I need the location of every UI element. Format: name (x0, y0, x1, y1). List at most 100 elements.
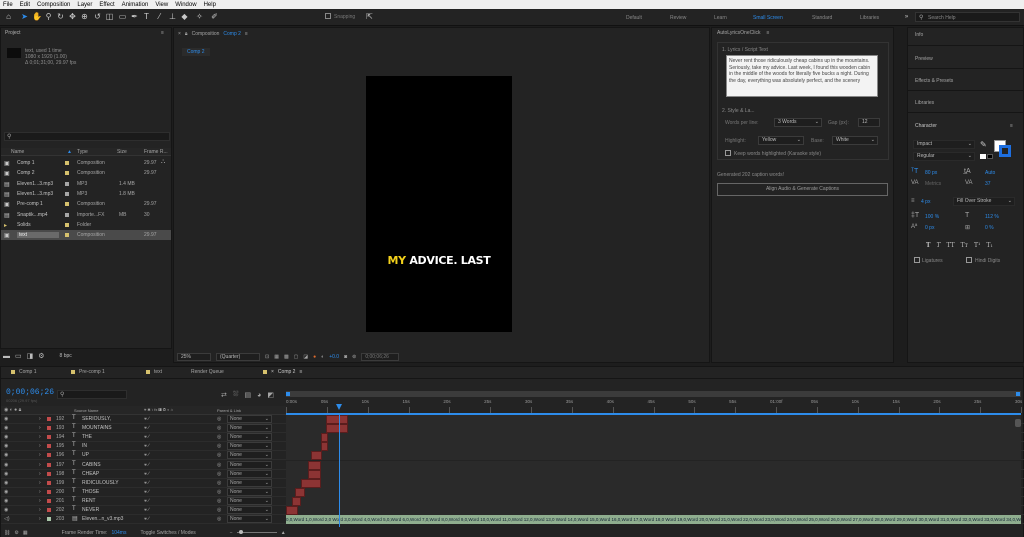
expand-arrow-icon[interactable]: › (39, 471, 41, 477)
workspace-standard[interactable]: Standard (812, 15, 832, 21)
pick-whip-icon[interactable]: ◎ (217, 480, 221, 486)
playhead-handle[interactable] (336, 404, 343, 410)
layer-name[interactable]: CABINS (82, 462, 101, 468)
project-item[interactable]: ▤ Snaptik...mp4 Importe...FX MB 30 (1, 210, 171, 220)
pick-whip-icon[interactable]: ◎ (217, 471, 221, 477)
panel-menu-icon[interactable]: ≡ (245, 31, 248, 37)
menu-layer[interactable]: Layer (77, 2, 92, 8)
label-color-swatch[interactable] (47, 453, 51, 458)
menu-edit[interactable]: Edit (20, 2, 30, 8)
snapping-checkbox[interactable] (325, 13, 331, 19)
label-color-swatch[interactable] (47, 517, 51, 522)
expand-arrow-icon[interactable]: › (39, 489, 41, 495)
project-item[interactable]: ▣ Comp 2 Composition 29.97 (1, 168, 171, 178)
visibility-eye-icon[interactable]: ◉ (4, 434, 8, 440)
menu-effect[interactable]: Effect (99, 2, 114, 8)
gap-input[interactable]: 12 (858, 118, 880, 127)
layer-track[interactable] (286, 469, 1021, 479)
expand-arrow-icon[interactable]: › (39, 452, 41, 458)
leading-value[interactable]: Auto (985, 170, 995, 176)
stroke-color-swatch[interactable] (999, 145, 1011, 157)
tracking-value[interactable]: 37 (985, 181, 991, 187)
label-color-swatch[interactable] (47, 462, 51, 467)
label-color-swatch[interactable] (47, 498, 51, 503)
parent-dropdown[interactable]: None ⌄ (227, 433, 272, 442)
workspace-small-screen[interactable]: Small Screen (753, 15, 783, 21)
layer-track[interactable] (286, 460, 1021, 470)
pick-whip-icon[interactable]: ◎ (217, 507, 221, 513)
camera-tool-icon[interactable]: ◫ (105, 12, 114, 22)
visibility-eye-icon[interactable]: ◉ (4, 471, 8, 477)
panel-menu-icon[interactable]: ≡ (161, 30, 164, 36)
menu-window[interactable]: Window (175, 2, 196, 8)
layer-name[interactable]: SERIOUSLY, (82, 416, 111, 422)
faux-bold-button[interactable]: T (926, 242, 930, 249)
workspace-review[interactable]: Review (670, 15, 686, 21)
workspace-learn[interactable]: Learn (714, 15, 727, 21)
highlight-dropdown[interactable]: Yellow ⌄ (758, 136, 804, 145)
layer-switches[interactable]: ⚹ ∕ (144, 416, 149, 422)
layer-track[interactable] (286, 433, 1021, 443)
panel-menu-icon[interactable]: ≡ (766, 30, 769, 36)
parent-dropdown[interactable]: None ⌄ (227, 442, 272, 451)
more-workspaces-icon[interactable]: » (902, 12, 911, 22)
pick-whip-icon[interactable]: ◎ (217, 434, 221, 440)
layer-name[interactable]: CHEAP (82, 471, 99, 477)
resolution-dropdown[interactable]: (Quarter) (216, 353, 260, 361)
horizontal-scale-value[interactable]: 112 % (985, 214, 999, 220)
project-item[interactable]: ▸ Solids Folder (1, 220, 171, 230)
ligatures-checkbox[interactable] (914, 257, 920, 263)
label-color-swatch[interactable] (65, 181, 69, 186)
comp-tab[interactable]: Comp 2 (182, 48, 210, 56)
timeline-tab-comp-1[interactable]: Comp 1 (11, 369, 37, 375)
font-size-value[interactable]: 80 px (925, 170, 937, 176)
label-color-swatch[interactable] (65, 171, 69, 176)
label-color-swatch[interactable] (47, 508, 51, 512)
layer-track[interactable] (286, 506, 1021, 515)
layer-name[interactable]: MOUNTAINS (82, 425, 112, 431)
roi-icon[interactable]: ⊡ (265, 354, 269, 360)
lyrics-textarea[interactable]: Never rent those ridiculously cheap cabi… (726, 55, 878, 97)
expand-arrow-icon[interactable]: › (39, 498, 41, 504)
layer-name[interactable]: THOSE (82, 489, 99, 495)
menu-help[interactable]: Help (204, 2, 216, 8)
shy-icon[interactable]: ⛆ (233, 391, 239, 399)
layer-name[interactable]: RIDICULOUSLY (82, 480, 119, 486)
home-icon[interactable]: ⌂ (4, 12, 13, 22)
zoom-out-icon[interactable]: − (230, 530, 233, 536)
pick-whip-icon[interactable]: ◎ (217, 443, 221, 449)
pan-tool-icon[interactable]: ⊕ (80, 12, 89, 22)
zoom-in-icon[interactable]: ▲ (281, 530, 286, 536)
expand-arrow-icon[interactable]: › (39, 507, 41, 513)
layer-row[interactable]: ◉ › 198 T CHEAP ⚹ ∕ ◎ None ⌄ (1, 469, 1024, 479)
interpret-icon[interactable]: ▬ (3, 353, 10, 360)
layer-bar[interactable] (320, 442, 328, 452)
layer-row[interactable]: ◉ › 195 T IN ⚹ ∕ ◎ None ⌄ (1, 442, 1024, 452)
font-style-dropdown[interactable]: Regular ⌄ (913, 152, 975, 161)
stroke-type-dropdown[interactable]: Fill Over Stroke ⌄ (953, 197, 1015, 206)
pen-tool-icon[interactable]: ✒ (130, 12, 139, 22)
graph-editor-icon[interactable]: ◩ (267, 391, 274, 399)
layer-row[interactable]: ◉ › 197 T CABINS ⚹ ∕ ◎ None ⌄ (1, 460, 1024, 470)
layer-bar[interactable] (326, 424, 348, 434)
transparency-icon[interactable]: ▩ (284, 354, 289, 360)
move-tool-icon[interactable]: ✥ (68, 12, 77, 22)
label-color-swatch[interactable] (47, 435, 51, 440)
project-item[interactable]: ▣ Comp 1 Composition 29.97 (1, 158, 171, 168)
panel-menu-icon[interactable]: ≡ (299, 369, 302, 375)
label-color-swatch[interactable] (65, 191, 69, 196)
black-swatch[interactable] (987, 154, 993, 159)
parent-dropdown[interactable]: None ⌄ (227, 451, 272, 460)
superscript-button[interactable]: T¹ (974, 242, 980, 249)
expand-arrow-icon[interactable]: › (39, 434, 41, 440)
mask-tool-icon[interactable]: ▭ (118, 12, 127, 22)
eyedropper-icon[interactable]: ✎ (980, 140, 987, 149)
brush-tool-icon[interactable]: ⁄ (155, 12, 164, 22)
pick-whip-icon[interactable]: ◎ (217, 416, 221, 422)
subscript-button[interactable]: T₁ (986, 242, 992, 249)
new-folder-icon[interactable]: ▭ (15, 352, 22, 360)
karaoke-checkbox[interactable] (725, 150, 731, 156)
layer-bar[interactable] (307, 460, 321, 470)
label-color-swatch[interactable] (47, 426, 51, 431)
parent-dropdown[interactable]: None ⌄ (227, 478, 272, 487)
